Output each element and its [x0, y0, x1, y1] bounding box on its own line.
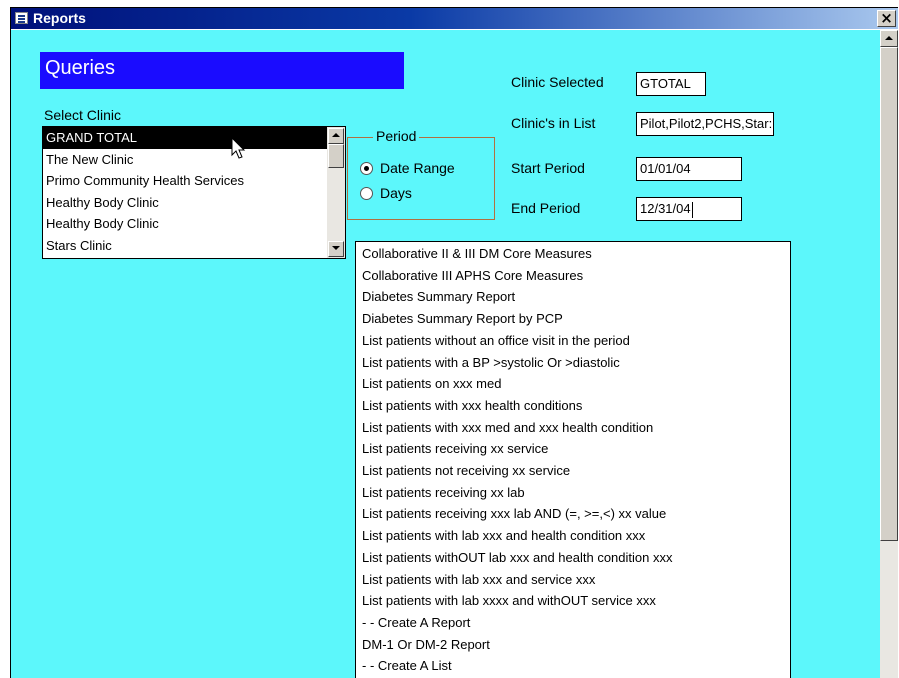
- clinics-in-list-value: Pilot,Pilot2,PCHS,Star:: [640, 116, 773, 131]
- report-list-item[interactable]: List patients with xxx med and xxx healt…: [362, 417, 653, 439]
- period-group: [347, 137, 495, 220]
- scroll-up-icon: [885, 36, 893, 40]
- radio-days[interactable]: [360, 187, 373, 200]
- page-title: Queries: [45, 57, 116, 79]
- clinics-in-list-field[interactable]: Pilot,Pilot2,PCHS,Star:: [636, 112, 774, 136]
- clinic-list-item[interactable]: Primo Community Health Services: [43, 170, 327, 192]
- report-list-item[interactable]: - - Create A Report: [362, 612, 470, 634]
- scroll-down-icon: [332, 246, 340, 250]
- clinic-list-item[interactable]: The New Clinic: [43, 149, 327, 171]
- report-list-item[interactable]: List patients without an office visit in…: [362, 330, 630, 352]
- clinic-list-item[interactable]: GRAND TOTAL: [43, 127, 327, 149]
- report-list-item[interactable]: Collaborative II & III DM Core Measures: [362, 243, 592, 265]
- report-list-item[interactable]: Diabetes Summary Report: [362, 286, 515, 308]
- report-list-item[interactable]: List patients with lab xxx and service x…: [362, 569, 595, 591]
- report-list-item[interactable]: List patients receiving xxx lab AND (=, …: [362, 503, 666, 525]
- report-list-item[interactable]: List patients receiving xx service: [362, 438, 548, 460]
- report-list-item[interactable]: List patients on xxx med: [362, 373, 501, 395]
- form-body: Queries Select Clinic GRAND TOTAL The New…: [11, 30, 880, 678]
- period-group-title: Period: [373, 128, 420, 144]
- report-listbox[interactable]: Collaborative II & III DM Core Measures C…: [355, 241, 791, 678]
- report-list-item[interactable]: List patients with xxx health conditions: [362, 395, 582, 417]
- radio-days-label: Days: [380, 185, 412, 201]
- report-list-item[interactable]: List patients receiving xx lab: [362, 482, 525, 504]
- start-period-value: 01/01/04: [640, 161, 691, 176]
- report-list-item[interactable]: List patients not receiving xx service: [362, 460, 570, 482]
- radio-selected-dot: [364, 166, 369, 171]
- form-scrollbar[interactable]: [880, 30, 898, 678]
- queries-banner: Queries: [40, 52, 404, 89]
- report-list-item[interactable]: DM-1 Or DM-2 Report: [362, 634, 490, 656]
- close-icon: ×: [880, 9, 893, 27]
- end-period-field[interactable]: 12/31/04: [636, 197, 742, 221]
- clinic-selected-value: GTOTAL: [640, 76, 691, 91]
- start-period-field[interactable]: 01/01/04: [636, 157, 742, 181]
- scroll-up-icon: [332, 133, 340, 137]
- report-list-item[interactable]: Diabetes Summary Report by PCP: [362, 308, 563, 330]
- report-list-item[interactable]: List patients with lab xxxx and withOUT …: [362, 590, 656, 612]
- report-list-item[interactable]: List patients with lab xxx and health co…: [362, 525, 645, 547]
- form-scroll-thumb[interactable]: [880, 47, 898, 541]
- clinic-list-scrollbar[interactable]: [327, 127, 345, 258]
- clinic-list-scroll-up-button[interactable]: [328, 128, 344, 144]
- form-scroll-up-button[interactable]: [880, 30, 898, 47]
- select-clinic-label: Select Clinic: [44, 107, 122, 123]
- window-title: Reports: [33, 10, 86, 26]
- close-button[interactable]: ×: [877, 10, 896, 27]
- start-period-label: Start Period: [511, 160, 585, 176]
- form-icon: [15, 12, 28, 24]
- clinic-list-item[interactable]: Stars Clinic: [43, 235, 327, 257]
- end-period-label: End Period: [511, 200, 581, 216]
- radio-date-range[interactable]: [360, 162, 373, 175]
- clinic-list-scroll-down-button[interactable]: [328, 241, 344, 257]
- clinic-selected-field[interactable]: GTOTAL: [636, 72, 706, 96]
- report-list-item[interactable]: Collaborative III APHS Core Measures: [362, 265, 583, 287]
- end-period-value: 12/31/04: [640, 201, 691, 216]
- clinic-list-scroll-thumb[interactable]: [328, 144, 344, 168]
- report-list-item[interactable]: List patients with a BP >systolic Or >di…: [362, 352, 620, 374]
- mouse-cursor-icon: [231, 137, 246, 159]
- title-bar[interactable]: Reports ×: [11, 8, 898, 29]
- radio-date-range-label: Date Range: [380, 160, 455, 176]
- clinic-listbox[interactable]: GRAND TOTAL The New Clinic Primo Community…: [42, 126, 346, 259]
- clinic-list-item[interactable]: Healthy Body Clinic: [43, 192, 327, 214]
- reports-window: Reports × Queries Select Clinic GRAND TO…: [10, 7, 898, 678]
- clinic-selected-label: Clinic Selected: [511, 74, 604, 90]
- clinics-in-list-label: Clinic's in List: [511, 115, 596, 131]
- report-list-item[interactable]: - - Create A List: [362, 655, 452, 677]
- report-list-item[interactable]: List patients withOUT lab xxx and health…: [362, 547, 672, 569]
- text-caret: [691, 201, 693, 218]
- clinic-list-item[interactable]: Healthy Body Clinic: [43, 213, 327, 235]
